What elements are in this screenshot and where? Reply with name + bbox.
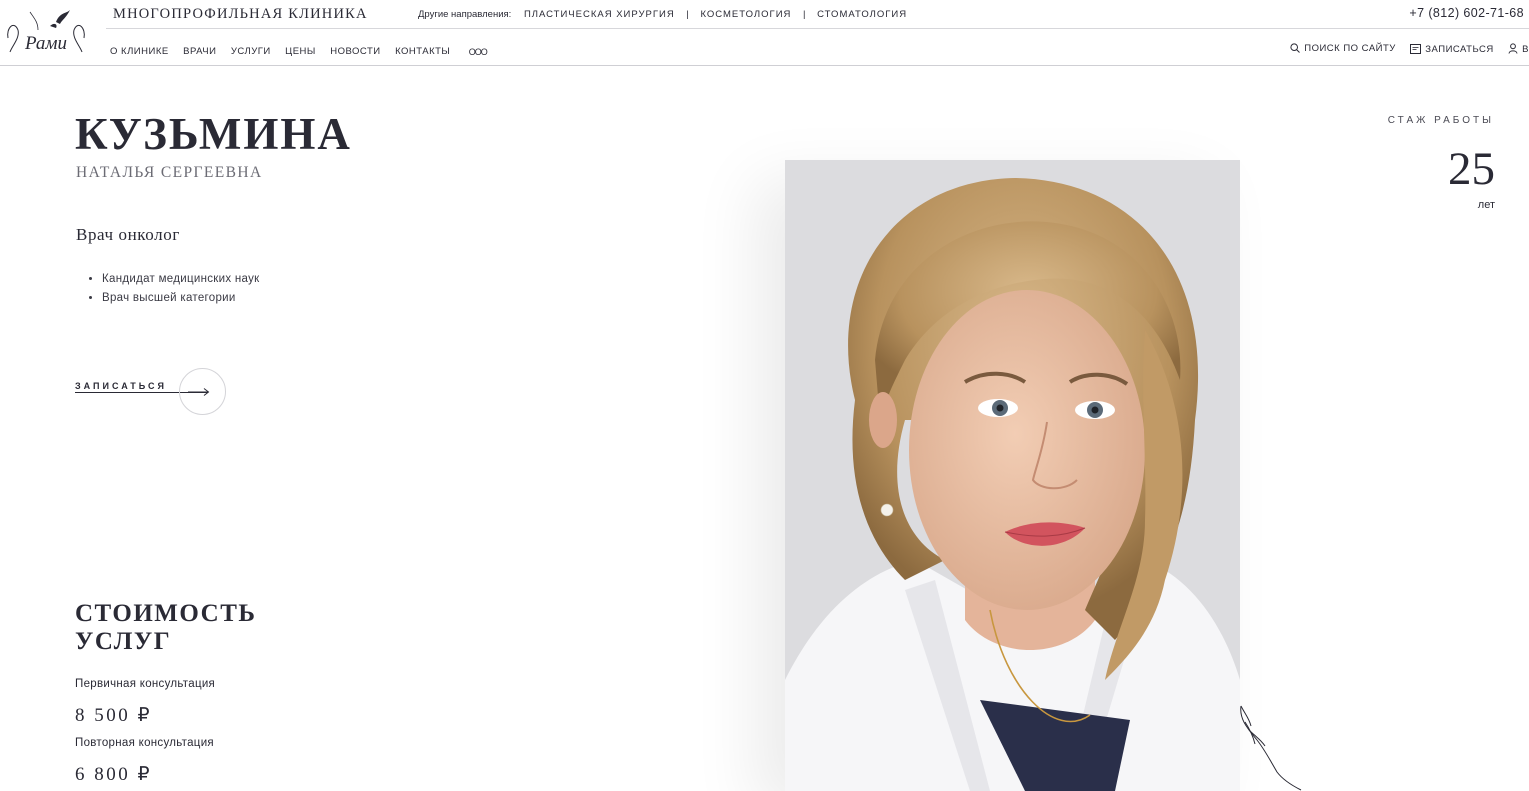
experience-value: 25 [1448, 143, 1495, 195]
logo-emblem-icon: Рами [7, 10, 85, 54]
nav-doctors[interactable]: ВРАЧИ [183, 46, 216, 57]
experience-label: СТАЖ РАБОТЫ [1387, 115, 1494, 126]
doctor-surname: КУЗЬМИНА [75, 109, 352, 159]
price-item-value: 6 800 ₽ [75, 764, 153, 785]
nav-contacts[interactable]: КОНТАКТЫ [395, 46, 450, 57]
account-label: В [1522, 43, 1529, 55]
search-button[interactable]: ПОИСК ПО САЙТУ [1290, 43, 1396, 54]
search-label: ПОИСК ПО САЙТУ [1304, 43, 1396, 55]
search-icon [1290, 43, 1301, 54]
nav-prices[interactable]: ЦЕНЫ [285, 46, 316, 57]
qualification-item: Кандидат медицинских наук [102, 273, 260, 285]
qualifications-list: Кандидат медицинских наук Врач высшей ка… [102, 273, 260, 311]
prices-title-line1: СТОИМОСТЬ [75, 600, 257, 627]
other-directions: Другие направления: ПЛАСТИЧЕСКАЯ ХИРУРГИ… [418, 9, 907, 20]
nav-services[interactable]: УСЛУГИ [231, 46, 271, 57]
header-tools: ПОИСК ПО САЙТУ ЗАПИСАТЬСЯ В [1290, 40, 1529, 58]
hand-lineart-icon [1240, 705, 1302, 791]
prices-title-line2: УСЛУГ [75, 628, 172, 655]
main-nav: О КЛИНИКЕ ВРАЧИ УСЛУГИ ЦЕНЫ НОВОСТИ КОНТ… [110, 41, 497, 59]
account-button[interactable]: В [1508, 43, 1529, 55]
site-header: Рами МНОГОПРОФИЛЬНАЯ КЛИНИКА Другие напр… [0, 0, 1529, 66]
nav-news[interactable]: НОВОСТИ [330, 46, 380, 57]
link-cosmetology[interactable]: КОСМЕТОЛОГИЯ [700, 9, 791, 20]
qualification-item: Врач высшей категории [102, 292, 260, 304]
other-directions-label: Другие направления: [418, 9, 512, 20]
doctor-specialty: Врач онколог [76, 225, 180, 244]
nav-about[interactable]: О КЛИНИКЕ [110, 46, 169, 57]
phone-link[interactable]: +7 (812) 602-71-68 [1409, 6, 1524, 20]
nav-more-icon[interactable]: ооо [469, 47, 488, 57]
doctor-portrait-image [785, 160, 1240, 791]
calendar-icon [1410, 43, 1422, 54]
clinic-name[interactable]: МНОГОПРОФИЛЬНАЯ КЛИНИКА [113, 6, 368, 23]
price-item-name: Повторная консультация [75, 737, 214, 749]
doctor-given-names: НАТАЛЬЯ СЕРГЕЕВНА [76, 164, 263, 181]
prices-title: СТОИМОСТЬ УСЛУГ [75, 600, 256, 656]
experience-unit: лет [1477, 199, 1495, 211]
cta-label: ЗАПИСАТЬСЯ [75, 381, 167, 391]
arrow-right-icon [188, 388, 210, 396]
price-item-value: 8 500 ₽ [75, 705, 153, 726]
book-label: ЗАПИСАТЬСЯ [1425, 43, 1494, 55]
directions-separator: | [803, 9, 806, 20]
doctor-photo [785, 160, 1240, 791]
header-top-line: МНОГОПРОФИЛЬНАЯ КЛИНИКА Другие направлен… [106, 0, 1529, 29]
user-icon [1508, 43, 1518, 54]
link-dentistry[interactable]: СТОМАТОЛОГИЯ [817, 9, 907, 20]
book-appointment-cta[interactable]: ЗАПИСАТЬСЯ [75, 368, 235, 416]
logo-text: Рами [24, 33, 67, 54]
book-appointment-button[interactable]: ЗАПИСАТЬСЯ [1410, 43, 1493, 55]
link-plastic-surgery[interactable]: ПЛАСТИЧЕСКАЯ ХИРУРГИЯ [524, 9, 675, 20]
clinic-logo[interactable]: Рами [4, 8, 88, 58]
directions-separator: | [686, 9, 689, 20]
price-item-name: Первичная консультация [75, 678, 216, 690]
